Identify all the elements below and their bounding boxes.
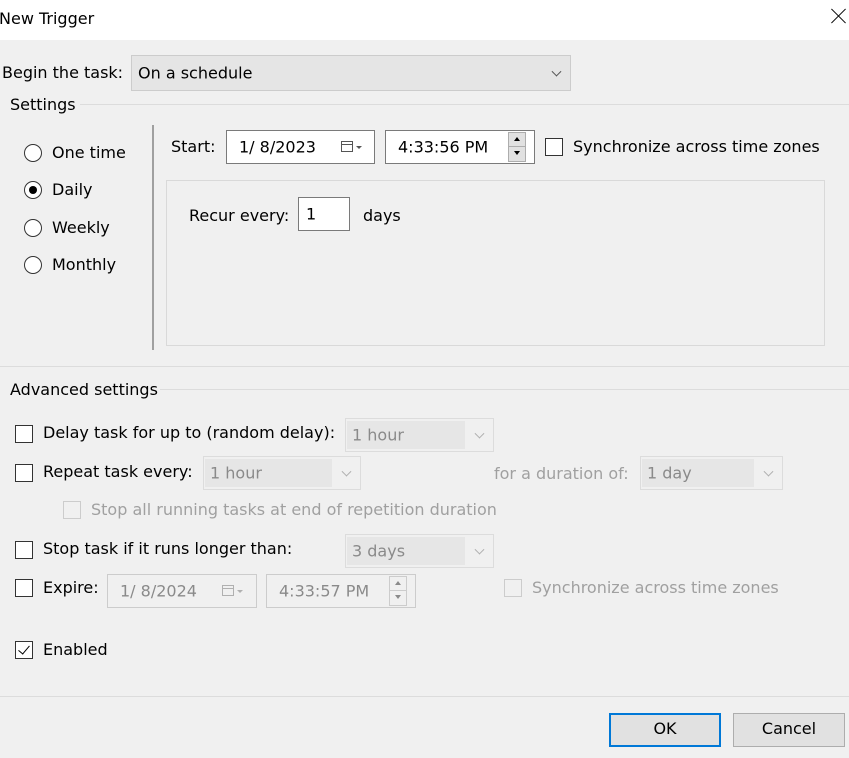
chevron-down-icon [341, 466, 352, 477]
radio-monthly-label: Monthly [52, 255, 117, 274]
settings-group-label: Settings [10, 95, 76, 114]
settings-vertical-separator [152, 125, 154, 350]
arrow-down-icon [395, 595, 401, 599]
delay-task-box[interactable] [15, 425, 33, 443]
radio-one-time-control[interactable] [24, 144, 42, 162]
duration-value: 1 day [647, 463, 692, 483]
chevron-down-icon [763, 466, 774, 477]
radio-weekly-control[interactable] [24, 219, 42, 237]
stop-longer-value: 3 days [352, 541, 406, 561]
delay-value: 1 hour [352, 425, 404, 445]
expire-sync-label: Synchronize across time zones [532, 578, 779, 597]
radio-monthly-control[interactable] [24, 256, 42, 274]
close-icon[interactable] [831, 8, 847, 24]
start-time-spinner[interactable] [508, 132, 526, 162]
duration-label: for a duration of: [494, 464, 629, 483]
spin-up-button[interactable] [509, 133, 525, 147]
recur-every-label: Recur every: [189, 206, 290, 225]
start-date-value: 1/ 8/2023 [239, 137, 316, 157]
repeat-dropdown[interactable]: 1 hour [203, 456, 361, 490]
recur-every-input[interactable]: 1 [298, 197, 350, 231]
dropdown-arrow-icon [237, 590, 243, 593]
begin-task-label: Begin the task: [2, 63, 124, 82]
spin-up-button[interactable] [390, 577, 406, 591]
expire-sync-box[interactable] [504, 579, 522, 597]
radio-daily-control[interactable] [24, 181, 42, 199]
dropdown-arrow-icon [356, 146, 362, 149]
stop-longer-box[interactable] [15, 541, 33, 559]
calendar-icon[interactable] [222, 585, 234, 596]
repeat-task-label: Repeat task every: [43, 462, 193, 481]
begin-task-dropdown[interactable]: On a schedule [131, 55, 571, 91]
radio-daily-label: Daily [52, 180, 93, 199]
duration-dropdown[interactable]: 1 day [640, 456, 783, 490]
radio-weekly-label: Weekly [52, 218, 110, 237]
advanced-group-label: Advanced settings [10, 380, 158, 399]
title-bar: New Trigger [0, 0, 849, 40]
delay-task-label: Delay task for up to (random delay): [43, 423, 336, 442]
stop-longer-label: Stop task if it runs longer than: [43, 539, 293, 558]
repeat-value: 1 hour [210, 463, 262, 483]
section-divider [0, 366, 849, 367]
enabled-box[interactable] [15, 641, 33, 659]
enabled-label: Enabled [43, 640, 108, 659]
chevron-down-icon [474, 544, 485, 555]
recur-panel [166, 180, 825, 346]
sync-timezones-label: Synchronize across time zones [573, 137, 820, 156]
expire-time-value: 4:33:57 PM [279, 581, 370, 601]
spin-down-button[interactable] [509, 147, 525, 161]
settings-divider [80, 104, 849, 105]
chevron-down-icon [551, 66, 562, 77]
expire-box[interactable] [15, 579, 33, 597]
calendar-icon[interactable] [341, 141, 353, 152]
radio-one-time-label: One time [52, 143, 126, 162]
arrow-up-icon [395, 581, 401, 585]
expire-label: Expire: [43, 578, 99, 597]
recur-unit-label: days [363, 206, 401, 225]
expire-date-value: 1/ 8/2024 [120, 581, 197, 601]
window-title: New Trigger [0, 9, 95, 28]
chevron-down-icon [474, 428, 485, 439]
spin-down-button[interactable] [390, 591, 406, 605]
advanced-divider [160, 389, 849, 390]
sync-timezones-box[interactable] [545, 138, 563, 156]
stop-all-box[interactable] [63, 501, 81, 519]
arrow-down-icon [514, 151, 520, 155]
footer-divider [0, 696, 849, 697]
cancel-button[interactable]: Cancel [733, 713, 845, 747]
arrow-up-icon [514, 137, 520, 141]
repeat-task-box[interactable] [15, 464, 33, 482]
delay-dropdown[interactable]: 1 hour [345, 418, 494, 452]
stop-all-label: Stop all running tasks at end of repetit… [91, 500, 497, 519]
ok-button[interactable]: OK [609, 713, 721, 747]
start-label: Start: [171, 137, 216, 156]
recur-every-value: 1 [306, 204, 317, 224]
start-date-picker[interactable]: 1/ 8/2023 [226, 130, 375, 164]
expire-date-picker[interactable]: 1/ 8/2024 [107, 574, 257, 608]
expire-time-spinner[interactable] [389, 576, 407, 606]
begin-task-value: On a schedule [138, 63, 253, 83]
stop-longer-dropdown[interactable]: 3 days [345, 534, 494, 568]
start-time-value: 4:33:56 PM [398, 137, 489, 157]
